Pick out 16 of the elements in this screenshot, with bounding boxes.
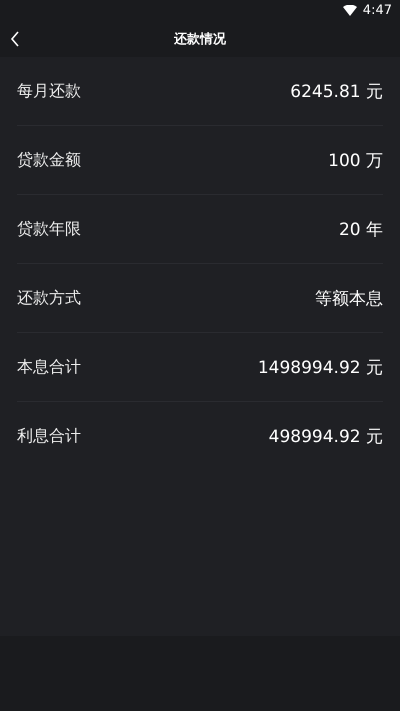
row-value: 等额本息 (315, 288, 383, 310)
wifi-icon (342, 4, 357, 16)
row-label: 利息合计 (17, 426, 81, 446)
row-value: 6245.81 元 (290, 80, 383, 102)
row-value: 1498994.92 元 (258, 356, 383, 378)
row-label: 每月还款 (17, 80, 81, 102)
row-value: 100 万 (328, 150, 383, 172)
row-label: 本息合计 (17, 356, 81, 378)
row-label: 还款方式 (17, 288, 81, 308)
status-time: 4:47 (362, 2, 392, 18)
row-value: 498994.92 元 (268, 426, 383, 448)
back-icon[interactable] (10, 30, 20, 46)
row-label: 贷款年限 (17, 218, 81, 240)
screen-title: 还款情况 (174, 32, 226, 46)
row-label: 贷款金额 (17, 150, 81, 170)
row-value: 20 年 (338, 218, 383, 240)
